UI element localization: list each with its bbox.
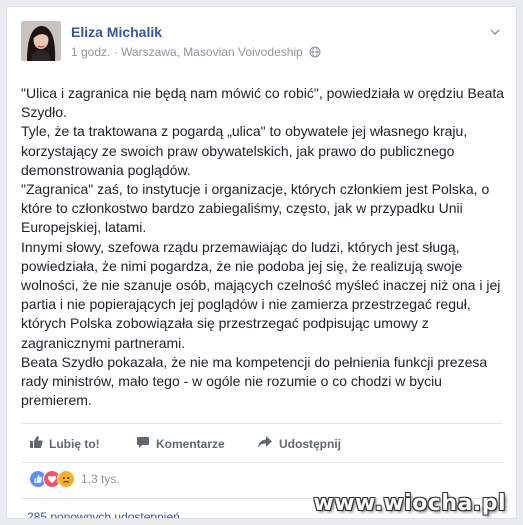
watermark: www.wiocha.pl [313, 491, 506, 516]
globe-icon [309, 46, 321, 61]
share-icon [257, 435, 273, 452]
post-paragraph: "Ulica i zagranica nie będą nam mówić co… [21, 85, 505, 121]
author-name[interactable]: Eliza Michalik [71, 24, 162, 40]
post-card: Eliza Michalik 1 godz. · Warszawa, Masov… [6, 6, 517, 519]
reaction-count[interactable]: 1,3 tys. [81, 472, 120, 486]
post-paragraph: "Zagranica" zaś, to instytucje i organiz… [21, 181, 490, 236]
share-button[interactable]: Udostępnij [257, 435, 341, 452]
post-location[interactable]: Warszawa, Masovian Voivodeship [121, 45, 303, 59]
shares-count[interactable]: 285 ponownych udostępnień [27, 510, 180, 518]
post-paragraph: Innymi słowy, szefowa rządu przemawiając… [21, 238, 501, 351]
post-paragraph: Beata Szydło pokazała, że nie ma kompete… [21, 353, 488, 409]
post-header: Eliza Michalik 1 godz. · Warszawa, Masov… [21, 21, 502, 65]
comment-icon [136, 435, 150, 452]
post-meta: 1 godz. · Warszawa, Masovian Voivodeship [71, 45, 321, 61]
like-button[interactable]: Lubię to! [29, 435, 100, 452]
comment-label: Komentarze [156, 436, 225, 451]
post-content: "Ulica i zagranica nie będą nam mówić co… [21, 84, 506, 410]
avatar[interactable] [21, 21, 61, 61]
thumbs-up-icon [29, 435, 43, 452]
reactions-summary[interactable]: 1,3 tys. [29, 468, 120, 490]
comment-button[interactable]: Komentarze [136, 435, 225, 452]
post-paragraph: Tyle, że ta traktowana z pogardą „ulica"… [21, 123, 468, 178]
share-label: Udostępnij [279, 436, 341, 451]
like-label: Lubię to! [49, 436, 100, 451]
sad-icon [57, 470, 75, 488]
post-time[interactable]: 1 godz. [71, 45, 110, 59]
post-actions: Lubię to! Komentarze Udostępnij [21, 423, 502, 463]
meta-separator: · [113, 45, 118, 59]
chevron-down-icon[interactable] [488, 25, 502, 39]
